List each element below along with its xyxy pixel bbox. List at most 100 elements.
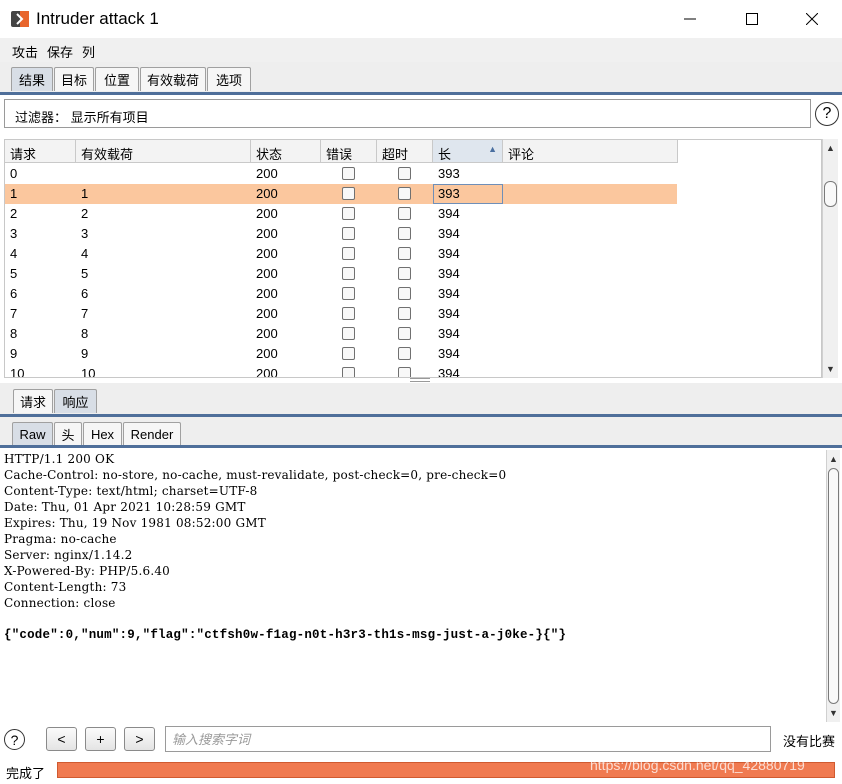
cell-payload: 3 bbox=[81, 226, 89, 241]
error-checkbox bbox=[342, 307, 355, 320]
cell-status: 200 bbox=[256, 266, 278, 281]
table-row[interactable]: 6 6 200 394 bbox=[5, 284, 677, 304]
search-help-icon[interactable]: ? bbox=[4, 729, 25, 750]
tab-headers[interactable]: 头 bbox=[54, 422, 82, 446]
cell-status: 200 bbox=[256, 366, 278, 378]
maximize-icon bbox=[746, 13, 758, 25]
view-tab-strip: Raw 头 Hex Render bbox=[0, 417, 842, 448]
table-row[interactable]: 7 7 200 394 bbox=[5, 304, 677, 324]
tab-response[interactable]: 响应 bbox=[54, 389, 97, 413]
cell-length: 393 bbox=[438, 166, 460, 181]
response-header-line: Pragma: no-cache bbox=[4, 532, 117, 546]
error-checkbox bbox=[342, 167, 355, 180]
tab-payloads[interactable]: 有效载荷 bbox=[140, 67, 206, 91]
column-header-length-label: 长 bbox=[438, 147, 452, 162]
timeout-checkbox bbox=[398, 327, 411, 340]
tab-target[interactable]: 目标 bbox=[54, 67, 94, 91]
table-row[interactable]: 5 5 200 394 bbox=[5, 264, 677, 284]
menu-columns[interactable]: 列 bbox=[82, 42, 95, 61]
cell-status: 200 bbox=[256, 186, 278, 201]
close-button[interactable] bbox=[789, 0, 835, 38]
main-tab-strip: 结果 目标 位置 有效载荷 选项 bbox=[0, 62, 842, 94]
search-input[interactable] bbox=[165, 726, 771, 752]
view-tab-divider bbox=[0, 445, 842, 448]
cell-payload: 8 bbox=[81, 326, 89, 341]
column-header-status[interactable]: 状态 bbox=[251, 140, 321, 163]
column-header-request[interactable]: 请求 bbox=[5, 140, 76, 163]
table-row[interactable]: 3 3 200 394 bbox=[5, 224, 677, 244]
response-scrollbar[interactable]: ▲ ▼ bbox=[826, 450, 840, 722]
tab-options[interactable]: 选项 bbox=[207, 67, 251, 91]
menu-save[interactable]: 保存 bbox=[47, 42, 73, 61]
table-row[interactable]: 0 200 393 bbox=[5, 164, 677, 184]
tab-positions[interactable]: 位置 bbox=[95, 67, 139, 91]
previous-match-button[interactable]: < bbox=[46, 727, 77, 751]
timeout-checkbox bbox=[398, 307, 411, 320]
menu-bar: 攻击 保存 列 bbox=[0, 38, 842, 62]
table-row[interactable]: 2 2 200 394 bbox=[5, 204, 677, 224]
scroll-up-icon[interactable]: ▲ bbox=[827, 452, 840, 466]
cell-status: 200 bbox=[256, 246, 278, 261]
scroll-thumb[interactable] bbox=[828, 468, 839, 704]
scroll-thumb[interactable] bbox=[824, 181, 837, 207]
scroll-up-icon[interactable]: ▲ bbox=[823, 141, 838, 155]
timeout-checkbox bbox=[398, 207, 411, 220]
cell-payload: 7 bbox=[81, 306, 89, 321]
table-scrollbar[interactable]: ▲ ▼ bbox=[822, 139, 838, 378]
tab-render[interactable]: Render bbox=[123, 422, 181, 446]
next-match-button[interactable]: > bbox=[124, 727, 155, 751]
table-row[interactable]: 9 9 200 394 bbox=[5, 344, 677, 364]
match-count-label: 没有比赛 bbox=[783, 734, 836, 749]
scroll-down-icon[interactable]: ▼ bbox=[827, 706, 840, 720]
cell-request: 0 bbox=[10, 166, 18, 181]
column-header-timeout[interactable]: 超时 bbox=[377, 140, 433, 163]
cell-length: 394 bbox=[438, 226, 460, 241]
cell-request: 5 bbox=[10, 266, 18, 281]
maximize-button[interactable] bbox=[729, 0, 775, 38]
table-row[interactable]: 8 8 200 394 bbox=[5, 324, 677, 344]
error-checkbox bbox=[342, 187, 355, 200]
cell-status: 200 bbox=[256, 346, 278, 361]
watermark-text: https://blog.csdn.net/qq_42880719 bbox=[590, 757, 805, 773]
filter-help-icon[interactable]: ? bbox=[815, 102, 839, 126]
cell-payload: 6 bbox=[81, 286, 89, 301]
minimize-icon bbox=[684, 18, 696, 20]
column-header-payload[interactable]: 有效载荷 bbox=[76, 140, 251, 163]
menu-attack[interactable]: 攻击 bbox=[12, 42, 38, 61]
error-checkbox bbox=[342, 287, 355, 300]
error-checkbox bbox=[342, 207, 355, 220]
window-title: Intruder attack 1 bbox=[36, 9, 159, 28]
cell-length: 394 bbox=[438, 366, 460, 378]
column-header-error[interactable]: 错误 bbox=[321, 140, 377, 163]
splitter-handle[interactable] bbox=[410, 378, 430, 382]
cell-payload: 1 bbox=[81, 186, 89, 201]
timeout-checkbox bbox=[398, 247, 411, 260]
table-row[interactable]: 10 10 200 394 bbox=[5, 364, 677, 378]
cell-payload: 10 bbox=[81, 366, 96, 378]
response-header-line: X-Powered-By: PHP/5.6.40 bbox=[4, 564, 171, 578]
cell-status: 200 bbox=[256, 286, 278, 301]
scroll-down-icon[interactable]: ▼ bbox=[823, 362, 838, 376]
response-text-area[interactable]: HTTP/1.1 200 OK Cache-Control: no-store, … bbox=[0, 450, 826, 722]
cell-length: 394 bbox=[438, 286, 460, 301]
column-header-comment[interactable]: 评论 bbox=[503, 140, 678, 163]
detail-tab-strip: 请求 响应 bbox=[0, 383, 842, 417]
table-row[interactable]: 1 1 200 393 bbox=[5, 184, 677, 204]
burp-app-icon bbox=[11, 11, 29, 27]
response-header-line: HTTP/1.1 200 OK bbox=[4, 452, 115, 466]
minimize-button[interactable] bbox=[667, 0, 713, 38]
tab-results[interactable]: 结果 bbox=[11, 67, 53, 91]
filter-bar[interactable]: 过滤器： 显示所有项目 bbox=[4, 99, 811, 128]
timeout-checkbox bbox=[398, 227, 411, 240]
cell-status: 200 bbox=[256, 226, 278, 241]
timeout-checkbox bbox=[398, 187, 411, 200]
tab-hex[interactable]: Hex bbox=[83, 422, 122, 446]
cell-status: 200 bbox=[256, 306, 278, 321]
column-header-length[interactable]: 长 ▲ bbox=[433, 140, 503, 163]
tab-request[interactable]: 请求 bbox=[13, 389, 53, 413]
table-row[interactable]: 4 4 200 394 bbox=[5, 244, 677, 264]
add-search-button[interactable]: + bbox=[85, 727, 116, 751]
tab-raw[interactable]: Raw bbox=[12, 422, 53, 446]
cell-request: 3 bbox=[10, 226, 18, 241]
cell-status: 200 bbox=[256, 326, 278, 341]
